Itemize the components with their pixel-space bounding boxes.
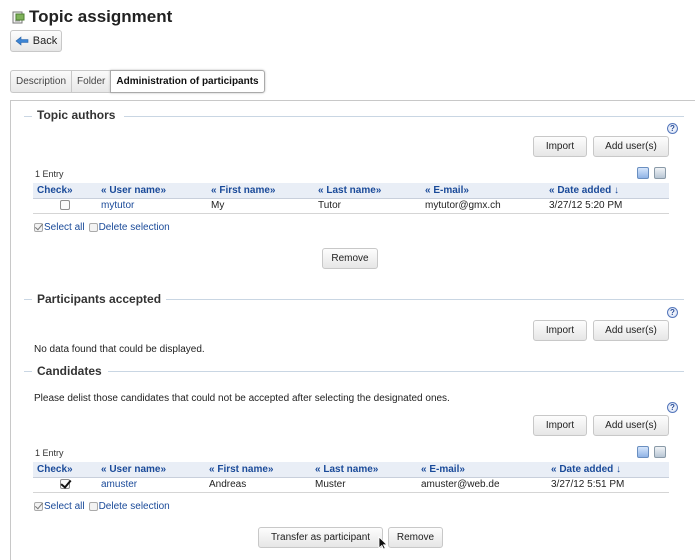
help-icon[interactable]: ? [667, 402, 678, 413]
column-header-firstname[interactable]: « First name» [207, 183, 314, 199]
legend-line [108, 371, 684, 372]
legend-line [24, 371, 32, 372]
column-header-date-added[interactable]: « Date added ↓ [547, 462, 669, 478]
legend-line [124, 116, 684, 117]
topic-icon [12, 11, 25, 24]
row-date-added: 3/27/12 5:20 PM [545, 198, 669, 214]
authors-entry-count: 1 Entry [35, 169, 64, 179]
authors-import-button[interactable]: Import [533, 136, 587, 157]
column-header-email[interactable]: « E-mail» [417, 462, 547, 478]
tab-administration-of-participants[interactable]: Administration of participants [110, 70, 265, 93]
tab-folder[interactable]: Folder [71, 70, 111, 93]
authors-selection-row: Select all Delete selection [34, 222, 170, 233]
column-header-firstname[interactable]: « First name» [205, 462, 311, 478]
authors-add-users-button[interactable]: Add user(s) [593, 136, 669, 157]
row-username-link[interactable]: mytutor [97, 198, 207, 214]
column-header-check[interactable]: Check» [33, 183, 97, 199]
select-all-checkbox[interactable] [34, 223, 43, 232]
tab-bar: Description Folder Administration of par… [10, 70, 265, 93]
table-export-icon[interactable] [654, 446, 666, 458]
candidates-add-users-button[interactable]: Add user(s) [593, 415, 669, 436]
candidates-legend: Candidates [37, 364, 102, 378]
tab-description[interactable]: Description [10, 70, 72, 93]
legend-line [24, 116, 32, 117]
row-last-name: Tutor [314, 198, 421, 214]
authors-table: Check» « User name» « First name» « Last… [33, 183, 669, 214]
select-all-link[interactable]: Select all [44, 501, 85, 512]
row-first-name: My [207, 198, 314, 214]
topic-authors-legend: Topic authors [37, 108, 116, 122]
back-label: Back [32, 35, 58, 47]
page-title: Topic assignment [29, 7, 173, 26]
transfer-as-participant-button[interactable]: Transfer as participant [258, 527, 383, 548]
row-date-added: 3/27/12 5:51 PM [547, 477, 669, 493]
candidates-selection-row: Select all Delete selection [34, 501, 170, 512]
candidates-entry-count: 1 Entry [35, 448, 64, 458]
column-header-lastname[interactable]: « Last name» [311, 462, 417, 478]
delete-selection-link[interactable]: Delete selection [99, 501, 170, 512]
table-config-icon[interactable] [637, 167, 649, 179]
legend-line [24, 299, 32, 300]
delete-selection-link[interactable]: Delete selection [99, 222, 170, 233]
column-header-username[interactable]: « User name» [97, 183, 207, 199]
row-last-name: Muster [311, 477, 417, 493]
delete-selection-checkbox[interactable] [88, 223, 98, 232]
row-checkbox[interactable] [60, 200, 70, 211]
participants-accepted-legend: Participants accepted [37, 292, 162, 306]
column-header-check[interactable]: Check» [33, 462, 97, 478]
no-data-message: No data found that could be displayed. [34, 344, 205, 355]
legend-line [166, 299, 684, 300]
table-row: amuster Andreas Muster amuster@web.de 3/… [33, 477, 669, 493]
table-config-icon[interactable] [637, 446, 649, 458]
candidates-table: Check» « User name» « First name» « Last… [33, 462, 669, 493]
help-icon[interactable]: ? [667, 123, 678, 134]
select-all-checkbox[interactable] [34, 502, 43, 511]
help-icon[interactable]: ? [667, 307, 678, 318]
row-check-cell [33, 477, 97, 493]
row-email: mytutor@gmx.ch [421, 198, 545, 214]
table-header-row: Check» « User name» « First name» « Last… [33, 462, 669, 478]
row-checkbox[interactable] [60, 479, 70, 490]
candidates-remove-button[interactable]: Remove [388, 527, 443, 548]
back-arrow-icon [15, 36, 29, 46]
row-first-name: Andreas [205, 477, 311, 493]
row-check-cell [33, 198, 97, 214]
row-username-link[interactable]: amuster [97, 477, 205, 493]
table-export-icon[interactable] [654, 167, 666, 179]
authors-remove-button[interactable]: Remove [322, 248, 378, 269]
column-header-email[interactable]: « E-mail» [421, 183, 545, 199]
table-header-row: Check» « User name» « First name» « Last… [33, 183, 669, 199]
mouse-cursor-icon [378, 536, 388, 550]
back-button[interactable]: Back [10, 30, 62, 52]
column-header-username[interactable]: « User name» [97, 462, 205, 478]
delete-selection-checkbox[interactable] [88, 502, 98, 511]
candidates-info-text: Please delist those candidates that coul… [34, 393, 450, 404]
select-all-link[interactable]: Select all [44, 222, 85, 233]
accepted-import-button[interactable]: Import [533, 320, 587, 341]
row-email: amuster@web.de [417, 477, 547, 493]
page-header: Topic assignment [12, 7, 172, 27]
accepted-add-users-button[interactable]: Add user(s) [593, 320, 669, 341]
column-header-lastname[interactable]: « Last name» [314, 183, 421, 199]
column-header-date-added[interactable]: « Date added ↓ [545, 183, 669, 199]
candidates-import-button[interactable]: Import [533, 415, 587, 436]
table-row: mytutor My Tutor mytutor@gmx.ch 3/27/12 … [33, 198, 669, 214]
